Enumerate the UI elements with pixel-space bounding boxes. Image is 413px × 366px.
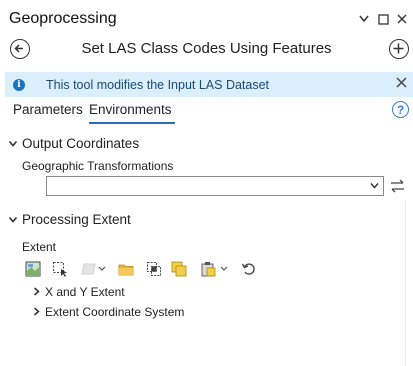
geographic-transformations-dropdown[interactable] xyxy=(46,176,384,196)
pane-divider xyxy=(405,200,406,366)
pane-options-icon[interactable] xyxy=(357,12,371,26)
pane-maximize-icon[interactable] xyxy=(376,12,390,26)
map-extent-icon[interactable] xyxy=(25,261,41,277)
chevron-down-icon xyxy=(370,183,379,189)
pane-controls xyxy=(357,12,409,26)
close-icon[interactable] xyxy=(393,75,409,93)
swap-transformations-icon[interactable] xyxy=(390,179,405,193)
chevron-right-icon xyxy=(34,287,40,296)
tree-item-label: X and Y Extent xyxy=(45,285,125,299)
extent-label: Extent xyxy=(22,240,57,254)
chevron-right-icon xyxy=(34,307,40,316)
tab-parameters[interactable]: Parameters xyxy=(13,102,83,117)
extent-toolbar xyxy=(23,259,263,281)
back-arrow-icon[interactable] xyxy=(10,39,30,59)
add-plus-icon[interactable] xyxy=(389,39,409,59)
active-tab-indicator xyxy=(89,122,175,124)
folder-icon[interactable] xyxy=(118,261,134,277)
chevron-down-icon xyxy=(8,216,18,223)
help-icon[interactable]: ? xyxy=(392,101,409,118)
reset-icon[interactable] xyxy=(241,261,257,277)
draw-extent-icon[interactable] xyxy=(52,261,68,277)
info-icon: i xyxy=(13,79,25,91)
section-title-output-coordinates: Output Coordinates xyxy=(22,136,140,151)
geographic-transformations-label: Geographic Transformations xyxy=(22,159,174,173)
pane-close-icon[interactable] xyxy=(395,12,409,26)
tab-environments[interactable]: Environments xyxy=(89,102,172,117)
paste-extent-dropdown-icon[interactable] xyxy=(200,261,232,277)
info-banner: i This tool modifies the Input LAS Datas… xyxy=(5,72,413,97)
chevron-down-icon xyxy=(8,140,18,147)
section-title-processing-extent: Processing Extent xyxy=(22,212,131,227)
info-message: This tool modifies the Input LAS Dataset xyxy=(46,78,270,92)
tool-title: Set LAS Class Codes Using Features xyxy=(81,40,332,57)
pane-title: Geoprocessing xyxy=(9,10,117,27)
tree-item-label: Extent Coordinate System xyxy=(45,305,185,319)
layer-extent-dropdown-icon[interactable] xyxy=(80,261,106,277)
tool-header: Set LAS Class Codes Using Features xyxy=(0,36,413,64)
intersection-extent-icon[interactable] xyxy=(146,261,162,277)
pane-titlebar: Geoprocessing xyxy=(0,0,413,32)
union-extent-icon[interactable] xyxy=(171,261,187,277)
